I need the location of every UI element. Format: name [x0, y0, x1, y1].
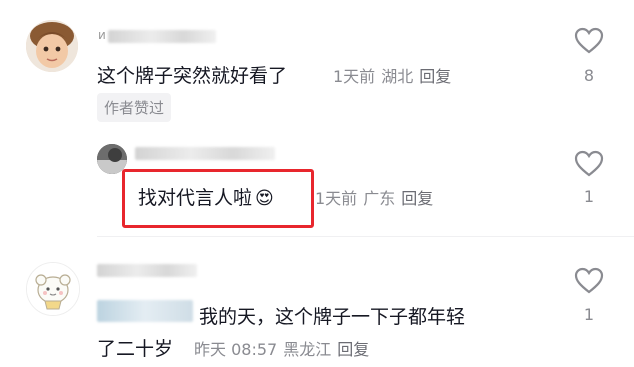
comment-location: 湖北	[381, 67, 414, 86]
reply-button[interactable]: 回复	[401, 189, 433, 208]
child-avatar-icon	[26, 20, 78, 72]
author-liked-badge: 作者赞过	[97, 93, 172, 122]
heart-icon	[574, 150, 604, 177]
username-blurred[interactable]	[97, 264, 197, 277]
comment-meta: 1天前 湖北 回复	[333, 63, 451, 87]
heart-icon	[574, 267, 604, 294]
comment-time: 昨天 08:57	[194, 340, 278, 359]
like-count: 1	[583, 305, 595, 324]
comment-text-line1: 我的天，这个牌子一下子都年轻	[199, 306, 466, 328]
comment-text: 这个牌子突然就好看了	[97, 65, 288, 87]
comment-meta: 昨天 08:57 黑龙江 回复	[194, 336, 369, 360]
username-blurred[interactable]	[135, 147, 275, 160]
blurred-mention[interactable]	[97, 300, 193, 322]
username-blurred[interactable]	[108, 30, 216, 43]
comment-time: 1天前	[333, 67, 376, 86]
comment-text-content: 找对代言人啦	[138, 187, 253, 209]
comment-location: 黑龙江	[283, 340, 332, 359]
like-button[interactable]	[574, 27, 604, 59]
like-count: 8	[583, 66, 595, 85]
like-button[interactable]	[574, 267, 604, 299]
comment-meta: 1天前 广东 回复	[315, 185, 433, 209]
reply-button[interactable]: 回复	[337, 340, 369, 359]
like-button[interactable]	[574, 150, 604, 182]
comment-time: 1天前	[315, 189, 358, 208]
comment-text-line2: 了二十岁	[97, 338, 174, 360]
avatar[interactable]	[26, 20, 78, 72]
comment-location: 广东	[363, 189, 396, 208]
divider	[97, 236, 634, 237]
heart-eyes-emoji-icon: 😍	[255, 188, 274, 209]
username-initial: и	[98, 28, 106, 42]
avatar[interactable]	[26, 262, 80, 316]
reply-button[interactable]: 回复	[419, 67, 451, 86]
like-count: 1	[583, 187, 595, 206]
comment-text: 找对代言人啦 😍	[138, 183, 274, 210]
cartoon-avatar-icon	[27, 263, 79, 315]
heart-icon	[574, 27, 604, 54]
